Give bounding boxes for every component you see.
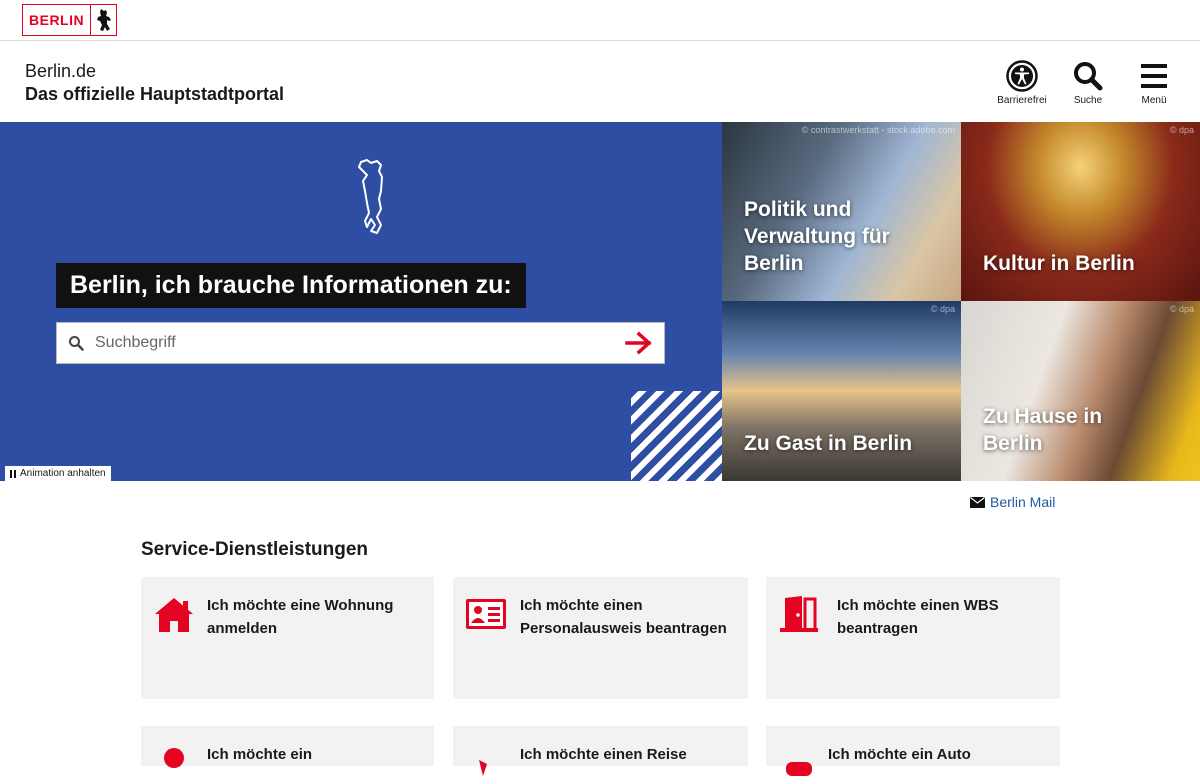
site-title-line2: Das offizielle Hauptstadtportal <box>25 84 285 104</box>
search-button[interactable]: Suche <box>1062 60 1114 106</box>
tile-zu-gast[interactable]: © dpa Zu Gast in Berlin <box>722 301 961 481</box>
passport-icon <box>479 760 487 776</box>
accessibility-icon <box>1006 60 1038 92</box>
tile-label: Politik und Verwaltung für Berlin <box>744 198 890 275</box>
image-credit: © contrastwerkstatt - stock.adobe.com <box>801 125 955 135</box>
service-card-label: Ich möchte ein Auto <box>828 746 971 763</box>
service-card-personalausweis[interactable]: Ich möchte einen Personalausweis beantra… <box>453 577 748 699</box>
berlin-logo[interactable]: BERLIN <box>22 4 117 36</box>
service-card-5[interactable]: Ich möchte einen Reise <box>453 726 748 776</box>
hero-question: Berlin, ich brauche Informationen zu: <box>56 263 526 308</box>
tile-politik[interactable]: © contrastwerkstatt - stock.adobe.com Po… <box>722 122 961 301</box>
tile-label: Kultur in Berlin <box>983 252 1135 275</box>
tile-label: Zu Hause in Berlin <box>983 405 1103 455</box>
pause-animation-button[interactable]: Animation anhalten <box>5 466 111 481</box>
search-icon <box>1074 62 1103 91</box>
accessibility-button[interactable]: Barrierefrei <box>996 60 1048 106</box>
site-header: Berlin.de Das offizielle Hauptstadtporta… <box>0 41 1200 122</box>
site-title[interactable]: Berlin.de Das offizielle Hauptstadtporta… <box>25 60 284 106</box>
service-card-label: Ich möchte einen WBS beantragen <box>837 597 999 637</box>
menu-label: Menü <box>1141 95 1167 106</box>
service-card-label: Ich möchte einen Reise <box>520 746 687 763</box>
envelope-icon <box>970 496 985 508</box>
service-card-4[interactable]: Ich möchte ein <box>141 726 434 768</box>
pin-icon <box>164 748 184 768</box>
logo-text: BERLIN <box>23 5 92 35</box>
header-tools: Barrierefrei Suche Menü <box>996 60 1180 106</box>
pause-icon <box>10 469 16 478</box>
car-icon <box>786 762 812 776</box>
service-card-label: Ich möchte einen Personalausweis beantra… <box>520 597 727 637</box>
site-title-line1: Berlin.de <box>25 61 97 81</box>
hero-search-panel: Berlin, ich brauche Informationen zu: An… <box>0 122 722 481</box>
id-card-icon <box>466 599 506 629</box>
tile-kultur[interactable]: © dpa Kultur in Berlin <box>961 122 1200 301</box>
service-card-wbs[interactable]: Ich möchte einen WBS beantragen <box>766 577 1060 699</box>
bear-outline-icon <box>358 159 383 234</box>
arrow-right-icon <box>625 331 652 355</box>
image-credit: © dpa <box>1169 304 1194 314</box>
tile-label: Zu Gast in Berlin <box>744 432 913 455</box>
menu-icon <box>1141 64 1167 88</box>
image-credit: © dpa <box>930 304 955 314</box>
accessibility-label: Barrierefrei <box>997 95 1047 106</box>
top-bar: BERLIN <box>0 0 1200 41</box>
search-input[interactable] <box>95 334 614 352</box>
pause-label: Animation anhalten <box>20 468 106 479</box>
berlin-mail-label: Berlin Mail <box>990 494 1056 510</box>
stripe-decoration <box>631 391 722 481</box>
image-credit: © dpa <box>1169 125 1194 135</box>
service-card-label: Ich möchte eine Wohnung anmelden <box>207 597 394 637</box>
menu-button[interactable]: Menü <box>1128 60 1180 106</box>
house-icon <box>155 598 193 632</box>
search-submit-button[interactable] <box>614 331 664 355</box>
tile-zu-hause[interactable]: © dpa Zu Hause in Berlin <box>961 301 1200 481</box>
service-card-label: Ich möchte ein <box>207 746 313 763</box>
berlin-mail-link[interactable]: Berlin Mail <box>970 494 1055 510</box>
bear-icon <box>91 8 116 32</box>
search-label: Suche <box>1073 95 1103 106</box>
service-card-wohnung[interactable]: Ich möchte eine Wohnung anmelden <box>141 577 434 699</box>
search-field-icon <box>57 335 95 351</box>
service-card-6[interactable]: Ich möchte ein Auto <box>766 726 1060 776</box>
hero-section: Berlin, ich brauche Informationen zu: An… <box>0 122 1200 481</box>
services-heading: Service-Dienstleistungen <box>141 539 369 560</box>
hero-search-box <box>56 322 665 364</box>
door-icon <box>780 596 818 632</box>
